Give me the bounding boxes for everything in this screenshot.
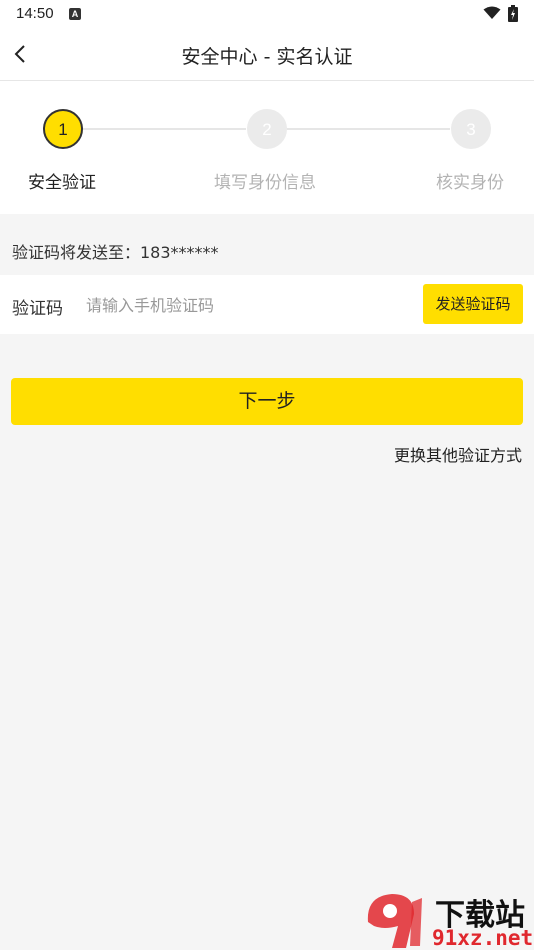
step-3-label: 核实身份 <box>436 173 504 193</box>
notification-icon: A <box>69 8 81 20</box>
step-1-label: 安全验证 <box>28 173 96 193</box>
step-indicator: 1 2 3 安全验证 填写身份信息 核实身份 <box>0 81 534 214</box>
step-1-circle: 1 <box>43 109 83 149</box>
wifi-icon <box>483 6 501 19</box>
page-title: 安全中心 - 实名认证 <box>181 46 353 68</box>
next-step-button[interactable]: 下一步 <box>11 378 523 425</box>
watermark-logo: 下载站 91xz.net <box>362 888 534 950</box>
verification-code-row: 验证码 发送验证码 <box>0 275 534 334</box>
step-connector <box>83 128 246 130</box>
send-code-button[interactable]: 发送验证码 <box>423 284 523 324</box>
status-bar: 14:50 A <box>0 0 534 28</box>
step-connector <box>287 128 450 130</box>
step-2-circle: 2 <box>247 109 287 149</box>
watermark-domain: 91xz.net <box>432 926 534 950</box>
step-3-circle: 3 <box>451 109 491 149</box>
status-time: 14:50 <box>16 5 54 22</box>
battery-icon <box>508 5 518 22</box>
app-header: 安全中心 - 实名认证 <box>0 28 534 81</box>
switch-verification-method-link[interactable]: 更换其他验证方式 <box>394 442 522 466</box>
verification-code-input[interactable] <box>86 289 406 321</box>
step-2-label: 填写身份信息 <box>214 173 316 193</box>
code-label: 验证码 <box>12 299 63 319</box>
watermark-icon <box>367 894 422 948</box>
send-target-notice: 验证码将发送至：183****** <box>12 243 219 262</box>
